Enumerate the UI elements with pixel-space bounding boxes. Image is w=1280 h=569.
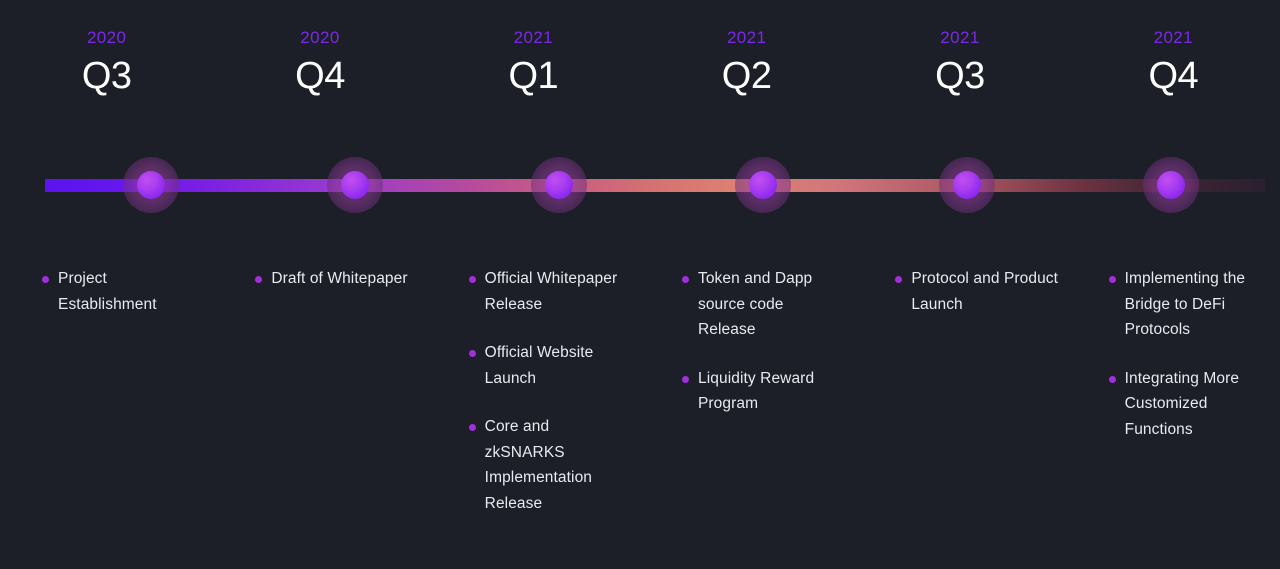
bullet-dot-icon [468,350,476,357]
roadmap-timeline: 2020 Q3 2020 Q4 2021 Q1 2021 Q2 2021 Q3 … [0,0,1280,569]
timeline-gradient-bar [45,179,1265,192]
milestone-column-q2-2021: Token and Dapp source code Release Liqui… [640,266,853,569]
timeline-header-q4-2020: 2020 Q4 [213,0,426,130]
quarter-label: Q2 [721,55,772,97]
timeline-header-row: 2020 Q3 2020 Q4 2021 Q1 2021 Q2 2021 Q3 … [0,0,1280,130]
timeline-header-q1-2021: 2021 Q1 [427,0,640,130]
timeline-header-q3-2021: 2021 Q3 [853,0,1066,130]
timeline-track [0,157,1280,213]
milestone-item: Token and Dapp source code Release [681,266,845,343]
milestone-column-q1-2021: Official Whitepaper Release Official Web… [427,266,640,569]
milestone-item: Official Whitepaper Release [468,266,632,317]
year-label: 2020 [300,28,340,47]
milestone-item: Draft of Whitepaper [255,266,418,292]
year-label: 2021 [940,28,980,47]
milestone-label: Core and zkSNARKS Implementation Release [484,418,593,512]
milestone-column-q3-2021: Protocol and Product Launch [853,266,1066,569]
bullet-dot-icon [1108,276,1116,283]
year-label: 2021 [1153,28,1194,47]
bullet-dot-icon [681,375,689,383]
node-dot-icon [545,171,573,199]
milestone-column-q3-2020: Project Establishment [0,266,213,569]
milestone-label: Token and Dapp source code Release [697,270,813,338]
timeline-header-q2-2021: 2021 Q2 [640,0,853,130]
milestone-label: Official Website Launch [484,344,594,387]
milestone-label: Official Whitepaper Release [484,270,618,313]
bullet-dot-icon [468,424,476,431]
milestone-label: Implementing the Bridge to DeFi Protocol… [1124,270,1246,338]
bullet-dot-icon [42,276,49,283]
milestone-label: Protocol and Product Launch [911,270,1059,313]
node-dot-icon [137,171,165,199]
milestone-label: Project Establishment [58,270,157,313]
bullet-dot-icon [895,276,903,283]
bullet-dot-icon [681,276,689,283]
milestone-item: Official Website Launch [468,340,632,391]
timeline-header-q4-2021: 2021 Q4 [1067,0,1280,130]
node-dot-icon [953,171,981,199]
milestone-column-q4-2020: Draft of Whitepaper [213,266,426,569]
bullet-dot-icon [255,276,263,283]
year-label: 2020 [86,28,127,47]
milestone-label: Draft of Whitepaper [271,270,408,287]
bullet-dot-icon [1108,375,1116,383]
quarter-label: Q3 [81,55,132,97]
milestone-item: Protocol and Product Launch [895,266,1058,317]
milestone-column-q4-2021: Implementing the Bridge to DeFi Protocol… [1067,266,1280,569]
timeline-header-q3-2020: 2020 Q3 [0,0,213,130]
milestone-columns: Project Establishment Draft of Whitepape… [0,266,1280,569]
milestone-item: Core and zkSNARKS Implementation Release [468,414,632,516]
year-label: 2021 [726,28,767,47]
milestone-label: Liquidity Reward Program [697,369,815,413]
milestone-item: Integrating More Customized Functions [1108,366,1272,443]
quarter-label: Q4 [295,55,345,97]
bullet-dot-icon [468,276,476,283]
year-label: 2021 [513,28,554,47]
milestone-item: Liquidity Reward Program [681,366,845,417]
milestone-label: Integrating More Customized Functions [1124,369,1240,438]
quarter-label: Q4 [1148,55,1199,97]
node-dot-icon [341,171,369,199]
quarter-label: Q3 [935,55,985,97]
milestone-item: Project Establishment [42,266,205,317]
quarter-label: Q1 [508,55,559,97]
milestone-item: Implementing the Bridge to DeFi Protocol… [1108,266,1272,343]
node-dot-icon [1157,171,1185,199]
node-dot-icon [749,171,777,199]
